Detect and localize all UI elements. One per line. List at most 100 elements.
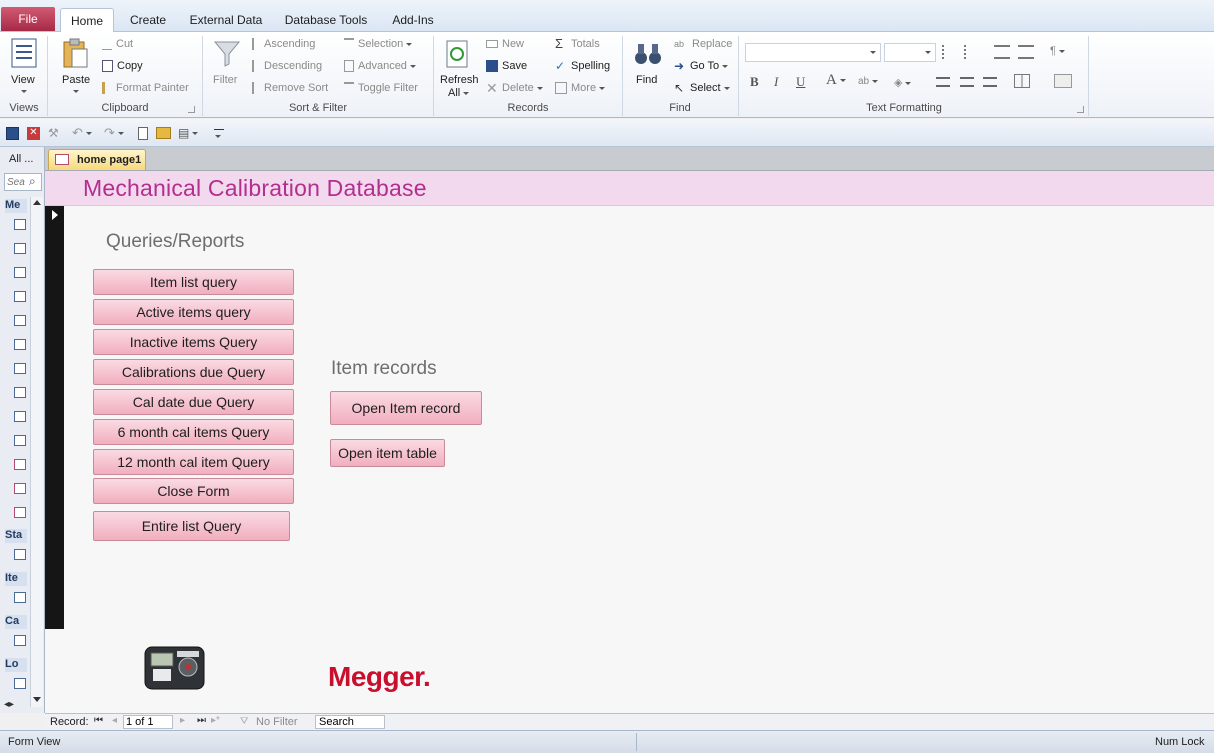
ascending-button[interactable]: Ascending (252, 38, 315, 51)
open-item-table-button[interactable]: Open item table (330, 439, 445, 467)
find-button[interactable]: Find (628, 34, 668, 100)
nav-group-header[interactable]: Lo (5, 658, 27, 672)
last-record-icon[interactable]: ⏭ (197, 715, 207, 727)
delete-button[interactable]: ✕ Delete (486, 81, 543, 95)
customize-toolbar-icon[interactable] (214, 129, 224, 138)
scroll-up-icon[interactable] (33, 200, 41, 205)
nav-group-header[interactable]: Ite (5, 572, 27, 586)
table-icon[interactable] (14, 678, 26, 689)
refresh-all-button[interactable]: Refresh All (437, 34, 481, 100)
new-record-icon[interactable]: ▸* (211, 715, 225, 727)
descending-button[interactable]: Descending (252, 60, 322, 73)
calibrations-due-query-button[interactable]: Calibrations due Query (93, 359, 294, 385)
wizard-icon[interactable]: ⚒ (48, 126, 64, 140)
nav-search-input[interactable] (7, 175, 27, 189)
cal-date-due-query-button[interactable]: Cal date due Query (93, 389, 294, 415)
new-document-icon[interactable] (138, 127, 148, 140)
query-icon[interactable] (14, 315, 26, 326)
align-right-icon[interactable] (983, 77, 997, 87)
form-icon[interactable] (14, 459, 26, 470)
query-icon[interactable] (14, 339, 26, 350)
copy-button[interactable]: Copy (102, 60, 143, 73)
tab-database-tools[interactable]: Database Tools (280, 8, 372, 32)
record-selector[interactable] (45, 206, 64, 629)
advanced-button[interactable]: Advanced (344, 60, 416, 73)
view-toggle-icon[interactable]: ▤ (178, 126, 204, 140)
alternate-row-color-icon[interactable] (1054, 74, 1072, 88)
decrease-indent-icon[interactable] (994, 45, 1010, 59)
tab-home[interactable]: Home (60, 8, 114, 33)
format-painter-button[interactable]: Format Painter (102, 82, 189, 95)
close-form-button[interactable]: Close Form (93, 478, 294, 504)
replace-button[interactable]: ab Replace (674, 38, 732, 50)
tab-add-ins[interactable]: Add-Ins (384, 8, 442, 32)
font-size-combo[interactable] (884, 43, 936, 62)
save-button[interactable]: Save (486, 60, 527, 73)
nav-all-objects-dropdown[interactable]: All ... (9, 153, 33, 165)
tab-external-data[interactable]: External Data (184, 8, 268, 32)
highlight-icon[interactable]: ab (858, 76, 880, 88)
query-icon[interactable] (14, 363, 26, 374)
spelling-button[interactable]: ✓ Spelling (555, 60, 610, 72)
nav-group-header[interactable]: Sta (5, 529, 27, 543)
gridlines-icon[interactable] (1014, 74, 1030, 88)
inactive-items-query-button[interactable]: Inactive items Query (93, 329, 294, 355)
query-icon[interactable] (14, 435, 26, 446)
search-icon[interactable]: ⌕ (29, 174, 36, 189)
query-icon[interactable] (14, 291, 26, 302)
query-icon[interactable] (14, 267, 26, 278)
new-record-button[interactable]: New (486, 38, 524, 50)
previous-record-icon[interactable]: ◂ (112, 715, 122, 727)
font-color-button[interactable]: A (826, 72, 846, 89)
totals-button[interactable]: Σ Totals (555, 37, 600, 50)
table-icon[interactable] (14, 219, 26, 230)
query-icon[interactable] (14, 243, 26, 254)
font-name-combo[interactable] (745, 43, 881, 62)
six-month-cal-items-query-button[interactable]: 6 month cal items Query (93, 419, 294, 445)
remove-sort-button[interactable]: Remove Sort (252, 82, 328, 95)
nav-scrollbar[interactable] (30, 197, 43, 707)
paste-button[interactable]: Paste (54, 34, 96, 100)
entire-list-query-button[interactable]: Entire list Query (93, 511, 290, 541)
selection-button[interactable]: Selection (344, 38, 413, 50)
align-center-icon[interactable] (960, 77, 974, 87)
form-icon[interactable] (14, 507, 26, 518)
align-left-icon[interactable] (936, 77, 950, 87)
toggle-filter-button[interactable]: Toggle Filter (344, 82, 418, 94)
more-button[interactable]: More (555, 82, 606, 95)
active-items-query-button[interactable]: Active items query (93, 299, 294, 325)
table-icon[interactable] (14, 549, 26, 560)
form-icon[interactable] (14, 483, 26, 494)
nav-search-field[interactable]: ⌕ (4, 173, 42, 191)
underline-button[interactable]: U (796, 74, 805, 90)
select-button[interactable]: ↖ Select (674, 82, 730, 94)
increase-indent-icon[interactable] (1018, 45, 1034, 59)
cut-button[interactable]: Cut (102, 38, 133, 51)
table-icon[interactable] (14, 635, 26, 646)
record-position-input[interactable] (123, 715, 173, 729)
undo-icon[interactable]: ↶ (72, 125, 96, 140)
next-record-icon[interactable]: ▸ (180, 715, 190, 727)
query-icon[interactable] (14, 411, 26, 422)
item-list-query-button[interactable]: Item list query (93, 269, 294, 295)
first-record-icon[interactable]: ⏮ (94, 715, 104, 727)
record-search-input[interactable] (315, 715, 385, 729)
filter-button[interactable]: Filter (208, 34, 246, 100)
italic-button[interactable]: I (774, 74, 778, 90)
open-item-record-button[interactable]: Open Item record (330, 391, 482, 425)
filter-status[interactable]: ⛛ No Filter (240, 716, 298, 728)
go-to-button[interactable]: ➜ Go To (674, 60, 729, 72)
dialog-launcher-icon[interactable] (1077, 106, 1084, 113)
nav-group-header[interactable]: Ca (5, 615, 27, 629)
open-folder-icon[interactable] (156, 127, 171, 139)
dialog-launcher-icon[interactable] (188, 106, 195, 113)
query-icon[interactable] (14, 387, 26, 398)
close-database-icon[interactable]: ✕ (27, 127, 40, 140)
scroll-down-icon[interactable] (33, 697, 41, 702)
nav-horizontal-scroll[interactable]: ◂▸ (4, 699, 26, 711)
nav-group-header[interactable]: Me (5, 199, 27, 213)
view-button[interactable]: View (4, 34, 44, 100)
tab-file[interactable]: File (1, 7, 55, 31)
fill-color-icon[interactable]: ◈ (894, 76, 916, 89)
paragraph-direction-icon[interactable]: ¶ (1050, 45, 1076, 59)
